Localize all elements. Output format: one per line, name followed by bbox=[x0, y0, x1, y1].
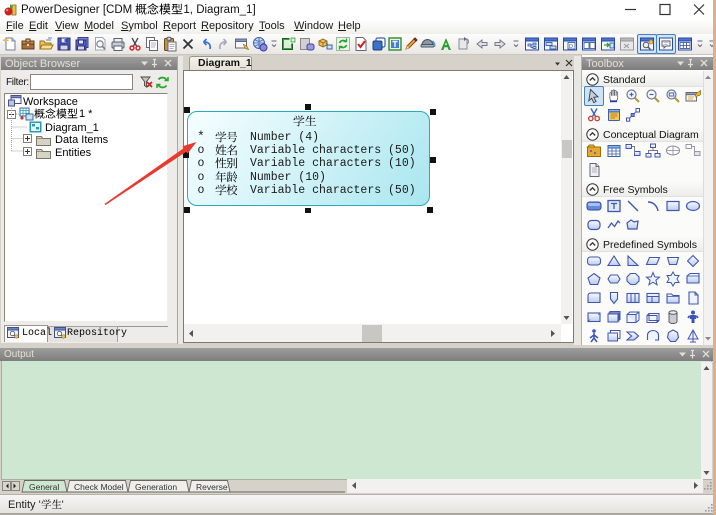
svg-text:D: D bbox=[569, 44, 573, 50]
